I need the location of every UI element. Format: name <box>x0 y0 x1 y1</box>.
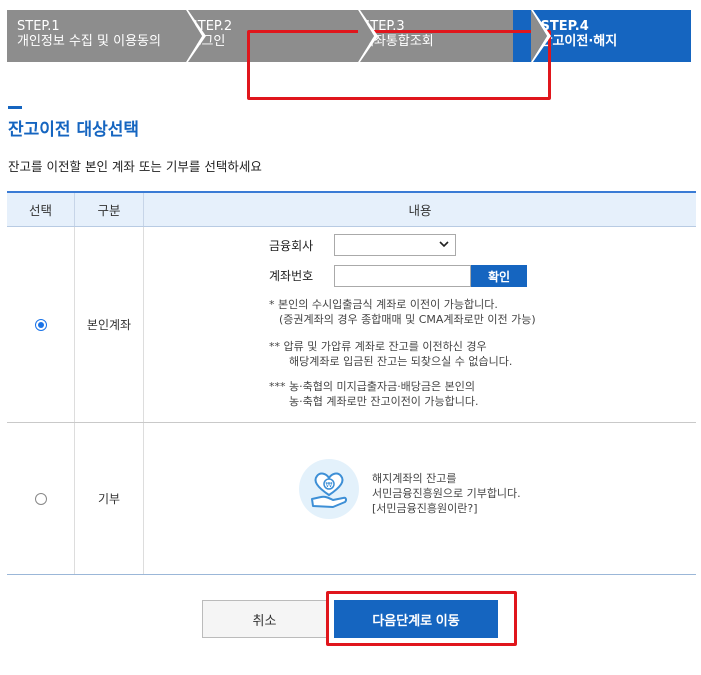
donation-line-2: 서민금융진흥원으로 기부합니다. <box>372 487 521 500</box>
note-1-line-2: (증권계좌의 경우 종합매매 및 CMA계좌로만 이전 가능) <box>279 313 536 326</box>
step-1: STEP.1 개인정보 수집 및 이용동의 <box>7 10 206 62</box>
note-1-line-1: * 본인의 수시입출금식 계좌로 이전이 가능합니다. <box>269 298 498 311</box>
step-4-number: STEP.4 <box>540 19 589 34</box>
table-row-own-account: 본인계좌 금융회사 계좌번호 확인 * 본인의 수시입출금식 계좌로 이전이 가… <box>7 227 696 423</box>
category-donation: 기부 <box>75 423 144 574</box>
bank-select[interactable] <box>334 234 456 256</box>
note-3-line-1: *** 농·축협의 미지급출자금·배당금은 본인의 <box>269 380 476 393</box>
note-2-line-1: ** 압류 및 가압류 계좌로 잔고를 이전하신 경우 <box>269 340 487 353</box>
chevron-down-icon <box>439 241 449 248</box>
note-3: *** 농·축협의 미지급출자금·배당금은 본인의 농·축협 계좌로만 잔고이전… <box>269 379 479 409</box>
page-subtitle: 잔고를 이전할 본인 계좌 또는 기부를 선택하세요 <box>8 159 262 174</box>
select-cell <box>7 227 75 422</box>
donation-line-1: 해지계좌의 잔고를 <box>372 472 457 485</box>
account-label: 계좌번호 <box>269 269 314 283</box>
highlight-box-account-form <box>247 30 551 100</box>
category-own-account: 본인계좌 <box>75 227 144 422</box>
donation-heart-hand-icon: ₩ <box>299 459 359 519</box>
confirm-button[interactable]: 확인 <box>471 265 527 287</box>
content-own-account: 금융회사 계좌번호 확인 * 본인의 수시입출금식 계좌로 이전이 가능합니다.… <box>144 227 696 422</box>
account-number-input[interactable] <box>334 265 471 287</box>
step-4-name: 잔고이전·해지 <box>540 34 618 49</box>
own-account-radio[interactable] <box>34 318 47 331</box>
step-1-number: STEP.1 <box>17 19 60 34</box>
header-select: 선택 <box>7 193 75 226</box>
donation-description: 해지계좌의 잔고를 서민금융진흥원으로 기부합니다. [서민금융진흥원이란?] <box>372 471 521 516</box>
note-2: ** 압류 및 가압류 계좌로 잔고를 이전하신 경우 해당계좌로 입금된 잔고… <box>269 339 512 369</box>
table-header: 선택 구분 내용 <box>7 193 696 227</box>
note-2-line-2: 해당계좌로 입금된 잔고는 되찾으실 수 없습니다. <box>289 355 513 368</box>
donation-info-link[interactable]: [서민금융진흥원이란?] <box>372 501 521 516</box>
highlight-box-next-button <box>326 591 517 646</box>
header-content: 내용 <box>408 203 432 218</box>
content-donation: ₩ 해지계좌의 잔고를 서민금융진흥원으로 기부합니다. [서민금융진흥원이란?… <box>144 423 696 574</box>
note-1: * 본인의 수시입출금식 계좌로 이전이 가능합니다. (증권계좌의 경우 종합… <box>269 297 536 327</box>
table-row-donation: 기부 ₩ 해지계좌의 잔고를 서민금융진흥원으로 기부합니다. [서민금융진흥원… <box>7 423 696 575</box>
header-category: 구분 <box>75 193 144 226</box>
page-title: 잔고이전 대상선택 <box>8 120 140 140</box>
bank-label: 금융회사 <box>269 239 314 253</box>
svg-text:₩: ₩ <box>326 481 333 489</box>
selection-table: 선택 구분 내용 본인계좌 금융회사 계좌번호 확인 * 본인의 수시입출금식 <box>7 191 696 575</box>
donation-radio[interactable] <box>34 492 47 505</box>
title-accent-bar <box>8 106 22 109</box>
note-3-line-2: 농·축협 계좌로만 잔고이전이 가능합니다. <box>289 395 479 408</box>
step-1-name: 개인정보 수집 및 이용동의 <box>17 34 161 49</box>
cancel-button[interactable]: 취소 <box>202 600 327 638</box>
select-cell <box>7 423 75 574</box>
